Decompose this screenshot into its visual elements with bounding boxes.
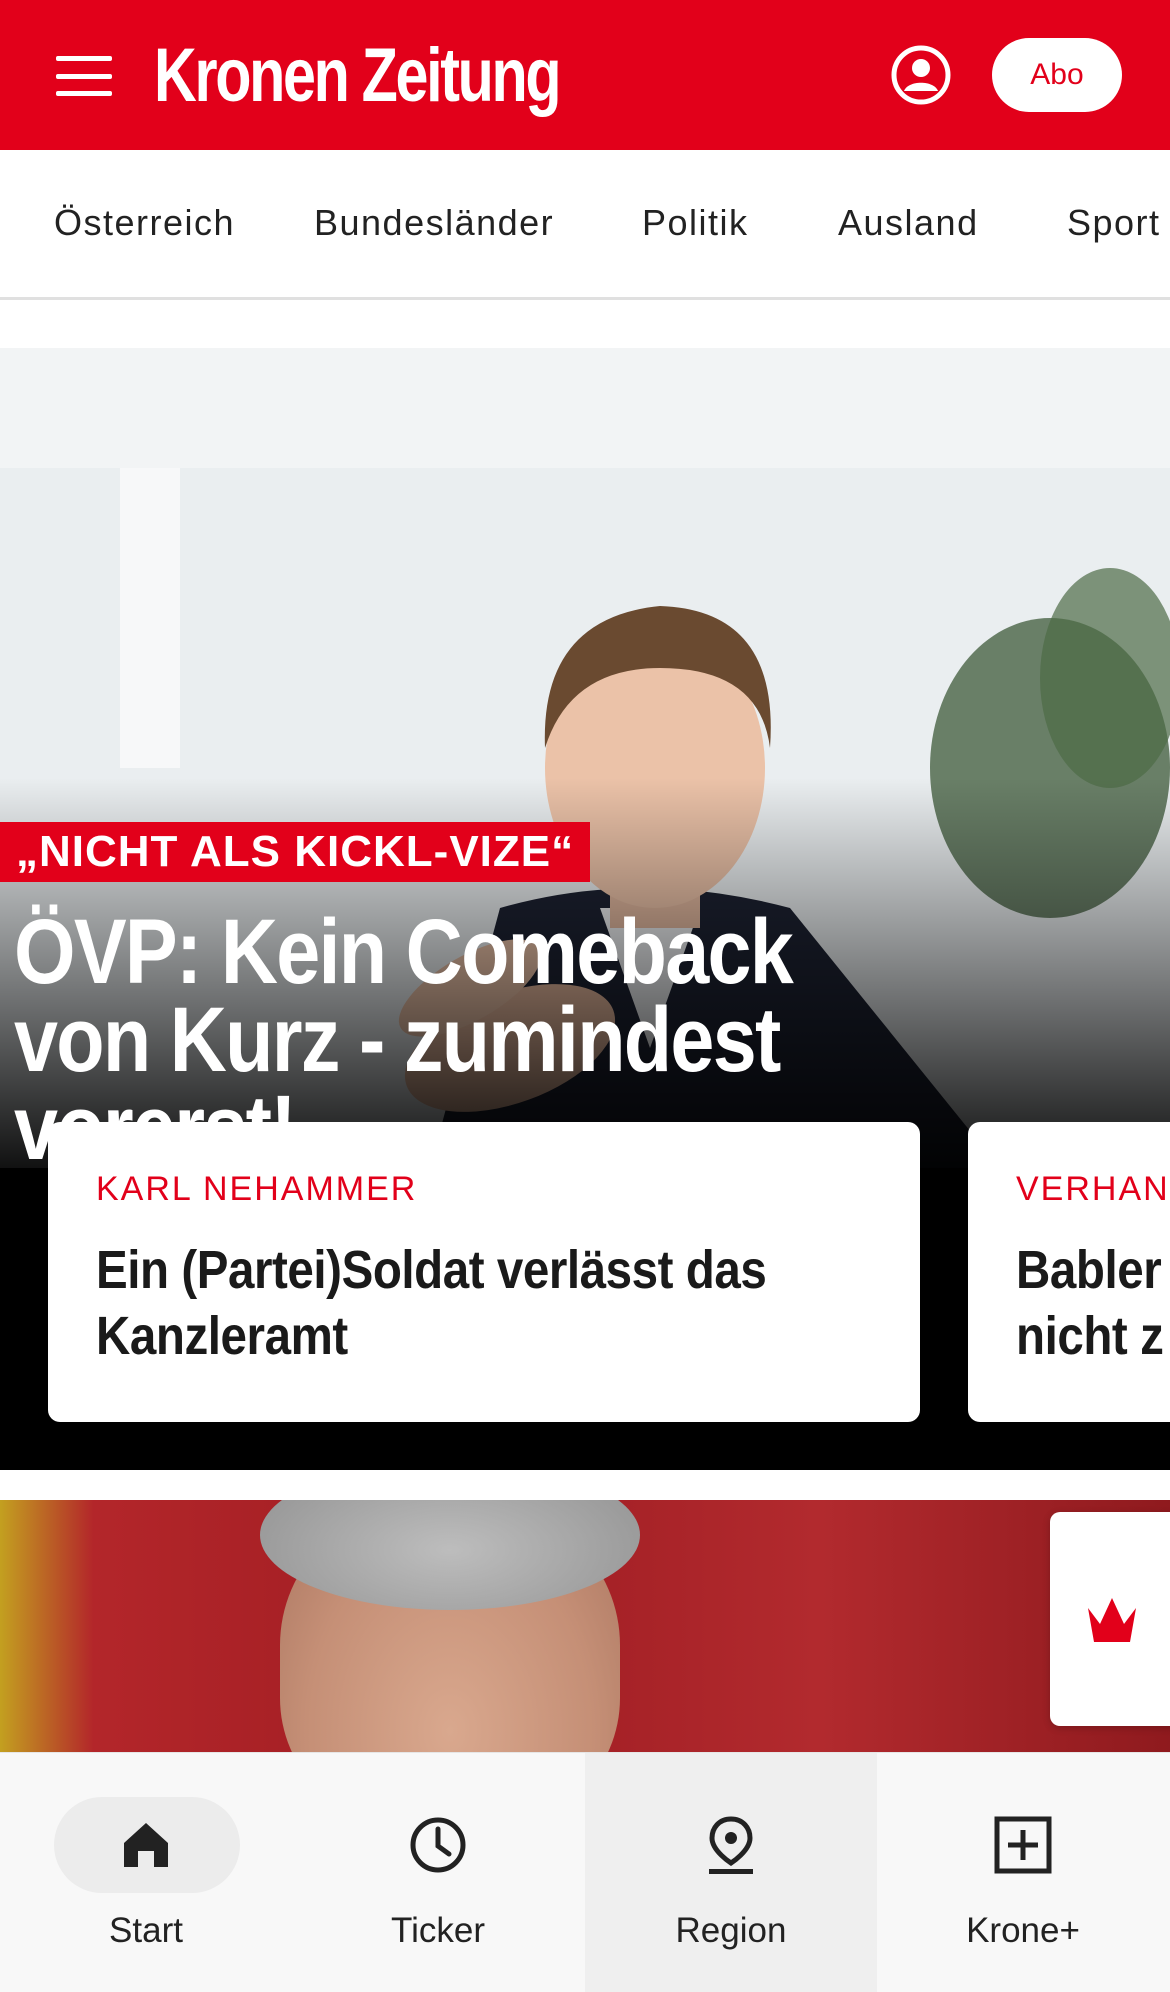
category-oesterreich[interactable]: Österreich — [54, 202, 235, 244]
app-header: Kronen Zeitung Abo — [0, 0, 1170, 150]
crown-icon — [1088, 1598, 1136, 1642]
teaser-kicker: VERHANI — [1016, 1170, 1170, 1208]
nav-label: Ticker — [391, 1911, 485, 1950]
nav-krone-plus[interactable]: Krone+ — [877, 1753, 1169, 1992]
teaser-title: Ein (Partei)Soldat verlässt das Kanzlera… — [96, 1240, 767, 1366]
logo[interactable]: Kronen Zeitung — [154, 34, 562, 118]
category-bundeslaender[interactable]: Bundesländer — [314, 202, 554, 244]
nav-label: Krone+ — [966, 1911, 1080, 1950]
hero-kicker: „NICHT ALS KICKL-VIZE“ — [0, 822, 591, 882]
menu-icon[interactable] — [56, 56, 112, 96]
nav-label: Start — [109, 1911, 183, 1950]
abo-button[interactable]: Abo — [992, 38, 1122, 112]
nav-label: Region — [675, 1911, 787, 1950]
nav-region[interactable]: Region — [585, 1753, 877, 1992]
category-sport[interactable]: Sport — [1067, 202, 1161, 244]
hero-article[interactable]: „NICHT ALS KICKL-VIZE“ ÖVP: Kein Comebac… — [0, 348, 1170, 1470]
teaser-kicker: KARL NEHAMMER — [96, 1170, 418, 1208]
nav-ticker[interactable]: Ticker — [292, 1753, 584, 1992]
article-image[interactable] — [0, 1500, 1170, 1752]
teaser-card[interactable]: VERHANI Babler nicht z — [968, 1122, 1170, 1422]
category-politik[interactable]: Politik — [642, 202, 749, 244]
category-nav: Österreich Bundesländer Politik Ausland … — [0, 150, 1170, 300]
home-icon — [124, 1823, 168, 1867]
page: Kronen Zeitung Abo Österreich Bundesländ… — [0, 0, 1170, 1992]
krone-plus-badge[interactable] — [1050, 1512, 1170, 1726]
teaser-card[interactable]: KARL NEHAMMER Ein (Partei)Soldat verläss… — [48, 1122, 920, 1422]
clock-icon — [410, 1817, 466, 1873]
bottom-navigation: Start Ticker Region Krone+ — [0, 1752, 1170, 1992]
category-ausland[interactable]: Ausland — [838, 202, 979, 244]
plus-box-icon — [994, 1816, 1052, 1874]
nav-start[interactable]: Start — [0, 1753, 292, 1992]
user-account-icon[interactable] — [890, 44, 952, 106]
location-pin-icon — [709, 1816, 753, 1874]
teaser-title: Babler nicht z — [1016, 1240, 1164, 1366]
